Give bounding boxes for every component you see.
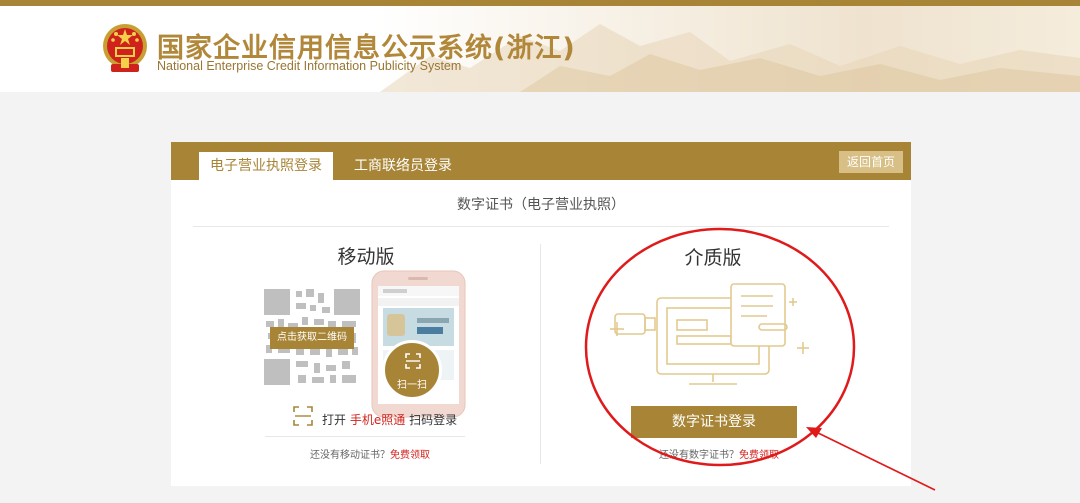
return-home-button[interactable]: 返回首页: [839, 151, 903, 173]
media-cert-note: 还没有数字证书？免费领取: [659, 446, 779, 461]
tab-liaison-login[interactable]: 工商联络员登录: [343, 152, 463, 180]
divider: [265, 436, 465, 437]
open-prefix: 打开: [322, 413, 347, 427]
tab-electronic-license-login[interactable]: 电子营业执照登录: [199, 152, 333, 180]
mobile-version-title: 移动版: [337, 246, 395, 268]
usb-key-icon: [614, 313, 646, 335]
login-panel: 电子营业执照登录 工商联络员登录 返回首页 数字证书（电子营业执照） 移动版 点…: [171, 142, 911, 486]
computer-icon: [610, 283, 809, 385]
scan-button[interactable]: 扫一扫: [382, 340, 442, 400]
note-text: 还没有数字证书？: [659, 450, 739, 461]
free-claim-link[interactable]: 免费领取: [739, 450, 779, 461]
site-header: 国家企业信用信息公示系统(浙江) National Enterprise Cre…: [0, 6, 1080, 92]
note-text: 还没有移动证书？: [310, 450, 390, 461]
tab-bar: 电子营业执照登录 工商联络员登录 返回首页: [171, 142, 911, 180]
column-divider: [540, 244, 541, 464]
divider: [193, 226, 889, 227]
cert-heading: 数字证书（电子营业执照）: [457, 197, 625, 213]
site-subtitle: National Enterprise Credit Information P…: [157, 59, 462, 73]
scan-icon: [405, 353, 421, 369]
mobile-cert-note: 还没有移动证书？免费领取: [310, 446, 430, 461]
scan-label: 扫一扫: [397, 380, 427, 391]
media-version-title: 介质版: [684, 247, 742, 269]
certificate-icon: [730, 283, 786, 347]
national-emblem-icon: [103, 24, 147, 72]
open-app-instruction: 打开 手机e照通 扫码登录: [322, 411, 457, 428]
app-name: 手机e照通: [349, 413, 406, 427]
digital-cert-login-button[interactable]: 数字证书登录: [631, 406, 797, 438]
open-suffix: 扫码登录: [409, 413, 458, 427]
get-qr-code-button[interactable]: 点击获取二维码: [270, 327, 354, 349]
scan-icon: [293, 406, 313, 426]
free-claim-link[interactable]: 免费领取: [390, 450, 430, 461]
